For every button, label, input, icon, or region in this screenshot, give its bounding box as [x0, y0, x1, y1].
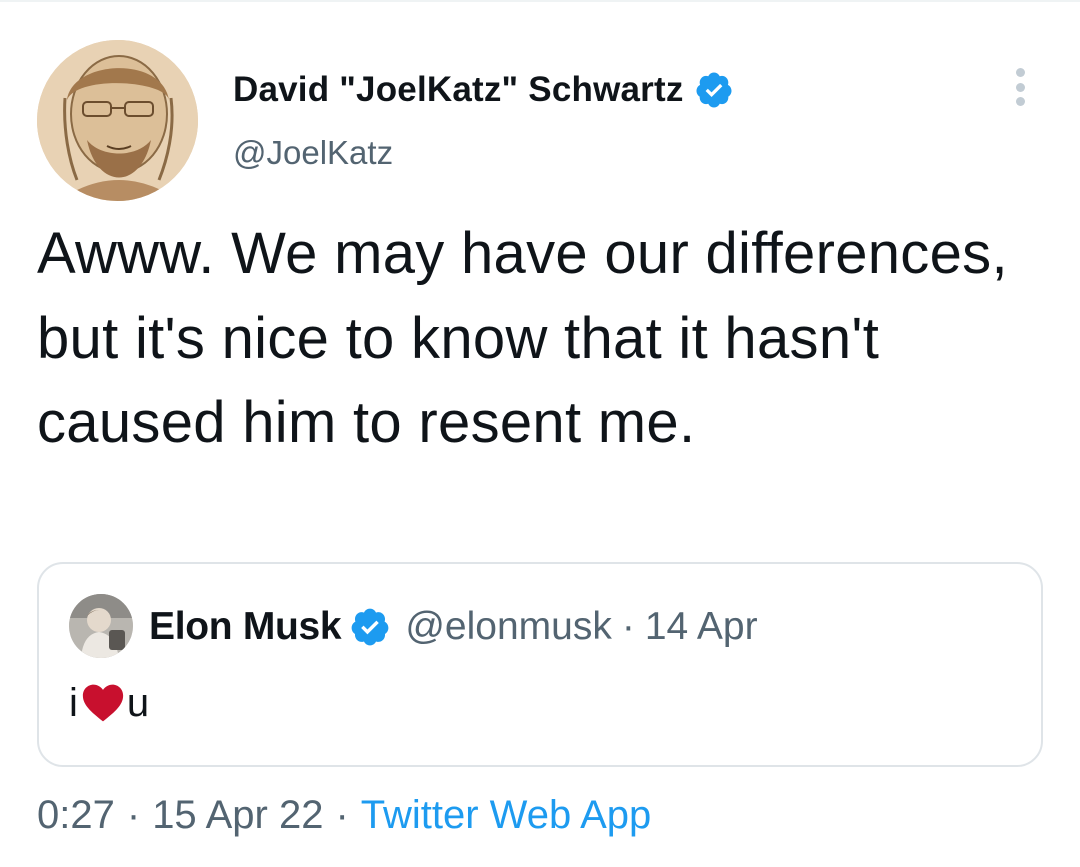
- separator-dot: ·: [126, 792, 141, 837]
- author-handle[interactable]: @JoelKatz: [233, 134, 393, 172]
- heart-icon: [82, 684, 124, 722]
- more-vertical-icon-dot: [1015, 97, 1025, 106]
- top-divider: [0, 0, 1080, 2]
- author-avatar[interactable]: [37, 40, 198, 201]
- more-vertical-icon-dot: [1015, 82, 1025, 92]
- verified-badge-icon: [351, 608, 389, 646]
- tweet-meta: 0:27 · 15 Apr 22 · Twitter Web App: [37, 790, 651, 840]
- separator-dot: ·: [621, 605, 635, 648]
- quoted-tweet-header: Elon Musk @elonmusk · 14 Apr: [149, 604, 758, 650]
- author-name-row: David "JoelKatz" Schwartz: [233, 68, 734, 112]
- author-display-name[interactable]: David "JoelKatz" Schwartz: [233, 70, 684, 110]
- quoted-tweet-text: i u: [69, 678, 149, 728]
- tweet-time[interactable]: 0:27: [37, 793, 115, 838]
- sketch-portrait-icon: [37, 40, 198, 201]
- quoted-author-avatar[interactable]: [69, 594, 133, 658]
- tweet-text: Awww. We may have our differences, but i…: [37, 221, 1008, 455]
- separator-dot: ·: [335, 792, 349, 837]
- tweet-source-link[interactable]: Twitter Web App: [361, 793, 652, 838]
- quoted-author-handle[interactable]: @elonmusk: [405, 605, 612, 649]
- quoted-text-after: u: [126, 680, 150, 725]
- more-vertical-icon-dot: [1015, 68, 1025, 77]
- quoted-tweet-card[interactable]: Elon Musk @elonmusk · 14 Apr i u: [37, 562, 1043, 767]
- quoted-author-name[interactable]: Elon Musk: [149, 605, 342, 649]
- quoted-tweet-date[interactable]: 14 Apr: [645, 605, 758, 649]
- more-options-button[interactable]: [1004, 64, 1036, 110]
- quoted-text-before: i: [69, 680, 78, 725]
- verified-badge-icon: [696, 72, 732, 108]
- child-photo-icon: [69, 594, 133, 658]
- tweet-date[interactable]: 15 Apr 22: [152, 793, 323, 838]
